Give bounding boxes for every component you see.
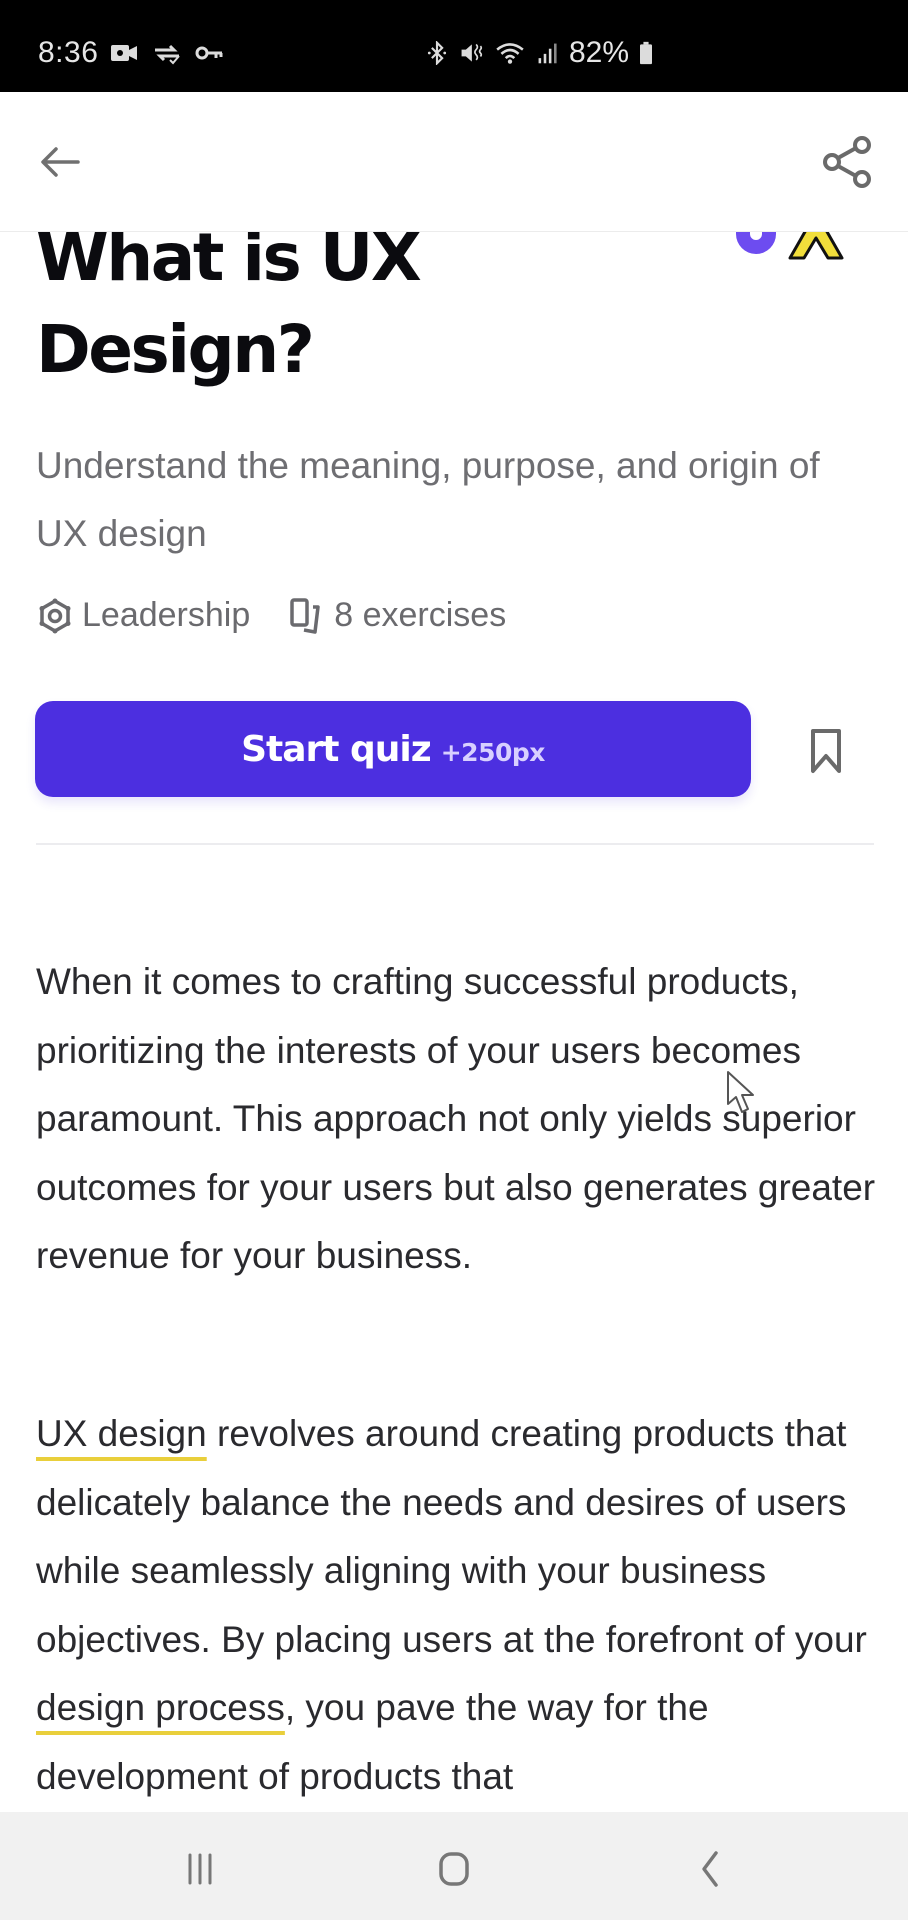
section-divider (36, 843, 874, 845)
lesson-meta: Leadership 8 exercises (36, 596, 506, 635)
ux-logo (728, 228, 868, 262)
category-tag: Leadership (36, 596, 250, 635)
share-button[interactable] (820, 132, 876, 192)
start-quiz-bonus: +250px (440, 737, 546, 767)
vpn-key-icon (194, 41, 224, 65)
status-left: 8:36 (38, 36, 224, 70)
bookmark-button[interactable] (806, 726, 846, 776)
back-button[interactable] (36, 137, 86, 187)
ux-design-link[interactable]: UX design (36, 1413, 207, 1454)
cards-icon (288, 597, 326, 635)
arrow-left-icon (41, 147, 80, 177)
video-call-icon (110, 41, 140, 65)
signal-icon (535, 41, 561, 65)
hexagon-gear-icon (36, 597, 74, 635)
content-paragraph-1: When it comes to crafting successful pro… (36, 961, 876, 1276)
recent-apps-icon (188, 1853, 212, 1885)
mute-vibrate-icon (457, 41, 485, 65)
wifi-icon (493, 41, 527, 65)
exercises-label: 8 exercises (334, 596, 507, 634)
bluetooth-icon (425, 40, 449, 66)
system-back-button[interactable] (680, 1844, 740, 1894)
lesson-subtitle: Understand the meaning, purpose, and ori… (36, 445, 820, 554)
app-header (0, 92, 908, 232)
mouse-pointer-icon (726, 1070, 762, 1116)
battery-icon (637, 41, 655, 65)
home-button[interactable] (424, 1844, 484, 1894)
home-icon (439, 1852, 469, 1886)
battery-percent: 82% (569, 36, 630, 69)
back-chevron-icon (702, 1851, 718, 1887)
sync-check-icon (152, 41, 182, 65)
exercises-count: 8 exercises (288, 596, 506, 635)
lesson-title: What is UX Design? (36, 219, 422, 388)
start-quiz-button[interactable]: Start quiz +250px (35, 701, 751, 797)
status-time: 8:36 (38, 36, 99, 69)
system-nav-bar (0, 1812, 908, 1920)
start-quiz-label: Start quiz (241, 728, 432, 770)
recent-apps-button[interactable] (170, 1844, 230, 1894)
category-label: Leadership (82, 596, 251, 634)
content-paragraph-2: UX design revolves around creating produ… (36, 1400, 884, 1811)
design-process-link[interactable]: design process (36, 1687, 285, 1728)
bookmark-icon (811, 729, 841, 773)
status-right: 82% (425, 36, 655, 70)
share-icon (823, 136, 871, 188)
status-bar: 8:36 82% (0, 0, 908, 92)
